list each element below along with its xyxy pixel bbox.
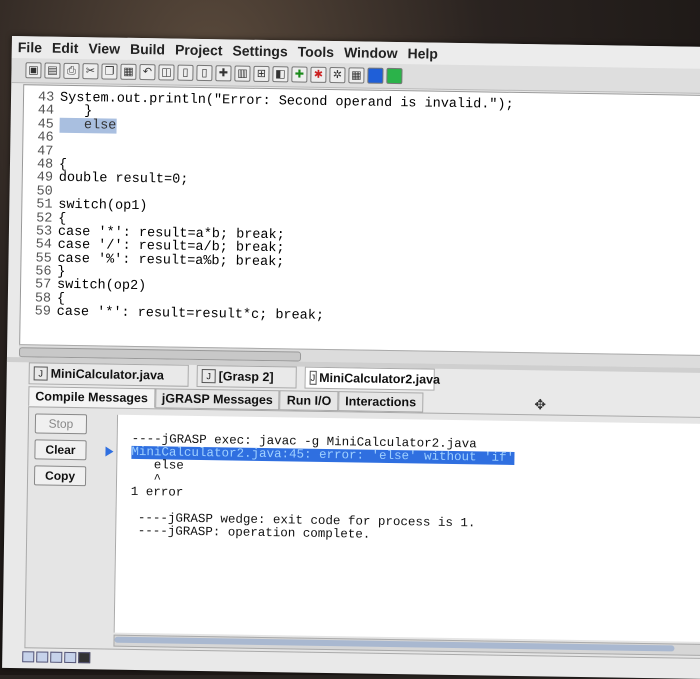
line-number: 49	[37, 172, 59, 186]
status-icon	[36, 651, 48, 662]
step-icon[interactable]: ✱	[310, 67, 326, 83]
debug-icon[interactable]: ◧	[272, 66, 288, 82]
menu-project[interactable]: Project	[175, 42, 223, 59]
tab-interactions[interactable]: Interactions	[338, 391, 423, 412]
blue-square-icon[interactable]	[367, 68, 383, 84]
jgrasp-window: File Edit View Build Project Settings To…	[2, 36, 700, 679]
code-editor[interactable]: 43System.out.println("Error: Second oper…	[19, 84, 700, 357]
chart-icon[interactable]: ▥	[234, 65, 250, 81]
save-icon[interactable]: ▣	[25, 62, 41, 78]
menu-window[interactable]: Window	[344, 44, 398, 61]
java-file-icon: J	[34, 366, 48, 380]
compile-output[interactable]: ----jGRASP exec: javac -g MiniCalculator…	[114, 415, 700, 642]
browse-icon[interactable]: ◫	[158, 64, 174, 80]
status-icon	[22, 651, 34, 662]
menu-edit[interactable]: Edit	[52, 40, 79, 56]
cut-icon[interactable]: ✂	[82, 63, 98, 79]
stop-button[interactable]: Stop	[35, 413, 87, 434]
doc2-icon[interactable]: ▯	[196, 65, 212, 81]
menu-file[interactable]: File	[18, 39, 42, 55]
undo-icon[interactable]: ↶	[139, 64, 155, 80]
tab-label: [Grasp 2]	[219, 369, 274, 384]
menu-tools[interactable]: Tools	[298, 43, 335, 60]
tab-label: MiniCalculator2.java	[319, 371, 440, 387]
tab-compile-messages[interactable]: Compile Messages	[28, 386, 155, 408]
error-pointer-icon	[105, 447, 113, 457]
clear-button[interactable]: Clear	[34, 439, 86, 460]
run-icon[interactable]: ✚	[291, 66, 307, 82]
paste-icon[interactable]: ▦	[120, 64, 136, 80]
menu-build[interactable]: Build	[130, 41, 165, 58]
output-text[interactable]: ----jGRASP exec: javac -g MiniCalculator…	[130, 433, 514, 544]
menu-view[interactable]: View	[88, 40, 120, 56]
tab-minicalculator2[interactable]: J MiniCalculator2.java	[304, 367, 434, 391]
status-icon	[78, 652, 90, 663]
bug-icon[interactable]: ✲	[329, 67, 345, 83]
line-number: 54	[36, 239, 58, 253]
print-icon[interactable]: ⎙	[63, 63, 79, 79]
line-number: 51	[36, 199, 58, 213]
status-bar	[22, 648, 90, 665]
code-text[interactable]: switch(op2)	[57, 278, 146, 294]
uml-icon[interactable]: ⊞	[253, 66, 269, 82]
status-icon	[50, 651, 62, 662]
java-file-icon: J	[202, 369, 216, 383]
doc-icon[interactable]: ▯	[177, 65, 193, 81]
tab-minicalculator[interactable]: J MiniCalculator.java	[29, 362, 189, 387]
code-text[interactable]: double result=0;	[59, 171, 189, 188]
tab-grasp2[interactable]: J [Grasp 2]	[197, 365, 297, 389]
code-text[interactable]: else	[59, 118, 116, 134]
line-number: 46	[37, 132, 59, 146]
code-text[interactable]: case '*': result=result*c; break;	[57, 305, 325, 324]
message-panel: Stop Clear Copy ----jGRASP exec: javac -…	[24, 406, 700, 659]
grid-icon[interactable]: ▦	[348, 67, 364, 83]
java-file-icon: J	[310, 371, 317, 385]
green-square-icon[interactable]	[386, 68, 402, 84]
tab-jgrasp-messages[interactable]: jGRASP Messages	[155, 388, 280, 410]
tab-label: MiniCalculator.java	[51, 367, 164, 383]
tab-run-io[interactable]: Run I/O	[280, 390, 339, 411]
code-text[interactable]: switch(op1)	[58, 198, 147, 214]
code-area[interactable]: 43System.out.println("Error: Second oper…	[35, 91, 514, 326]
compile-icon[interactable]: ✚	[215, 65, 231, 81]
status-icon	[64, 651, 76, 662]
menu-settings[interactable]: Settings	[232, 42, 287, 59]
copy-button[interactable]: Copy	[34, 465, 86, 486]
move-cursor-icon: ✥	[534, 396, 546, 413]
copy-icon[interactable]: ❐	[101, 63, 117, 79]
line-number: 59	[35, 306, 57, 320]
save-all-icon[interactable]: ▤	[44, 63, 60, 79]
menu-help[interactable]: Help	[407, 45, 438, 61]
